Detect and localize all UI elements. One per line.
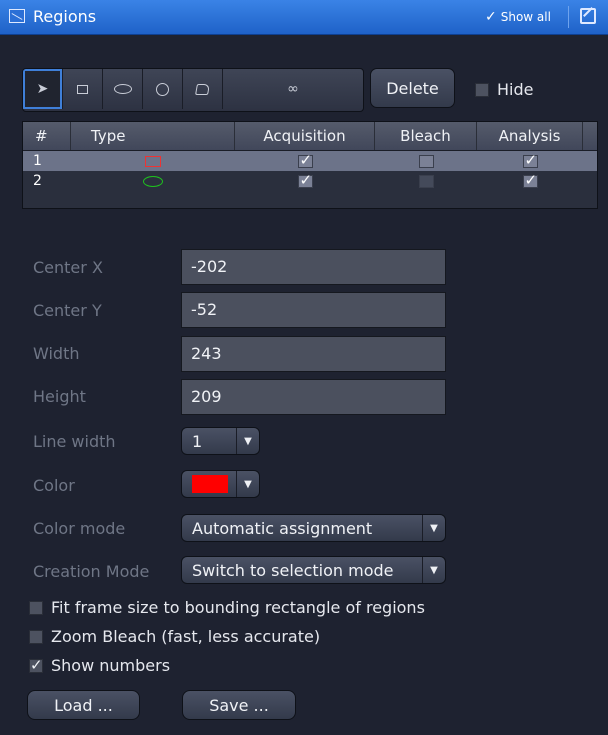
zoom-bleach-option[interactable]: Zoom Bleach (fast, less accurate) <box>29 627 320 646</box>
analysis-checkbox[interactable] <box>522 151 538 169</box>
table-header: # Type Acquisition Bleach Analysis <box>23 122 597 151</box>
creation-mode-label: Creation Mode <box>33 562 150 581</box>
analysis-checkbox[interactable] <box>522 171 538 189</box>
color-mode-dropdown[interactable]: Automatic assignment ▼ <box>181 514 446 542</box>
col-type-header[interactable]: Type <box>71 122 235 150</box>
delete-button[interactable]: Delete <box>370 68 455 108</box>
creation-mode-value: Switch to selection mode <box>192 560 394 580</box>
center-x-label: Center X <box>33 258 103 277</box>
zoom-bleach-checkbox[interactable] <box>29 629 43 644</box>
col-analysis-header[interactable]: Analysis <box>477 122 583 150</box>
color-dropdown[interactable]: ▼ <box>181 470 260 498</box>
show-all-toggle[interactable]: ✓ Show all <box>481 6 569 28</box>
ellipse-icon <box>113 84 132 94</box>
bleach-checkbox[interactable] <box>418 154 434 168</box>
height-field[interactable]: 209 <box>181 379 446 415</box>
hide-option[interactable]: Hide <box>475 80 533 99</box>
creation-mode-dropdown[interactable]: Switch to selection mode ▼ <box>181 556 446 584</box>
collapse-icon[interactable] <box>9 9 25 23</box>
hide-label: Hide <box>497 80 534 99</box>
row-analysis <box>477 151 583 171</box>
fit-frame-checkbox[interactable] <box>29 600 43 615</box>
panel-titlebar: Regions ✓ Show all <box>0 0 608 35</box>
acquisition-checkbox[interactable] <box>297 151 313 169</box>
line-width-dropdown[interactable]: 1 ▼ <box>181 427 260 455</box>
row-analysis <box>477 171 583 191</box>
save-button[interactable]: Save ... <box>182 690 296 720</box>
panel-title: Regions <box>33 7 97 26</box>
color-mode-label: Color mode <box>33 519 126 538</box>
height-label: Height <box>33 387 86 406</box>
chevron-down-icon: ▼ <box>236 471 259 497</box>
col-num-header[interactable]: # <box>23 122 71 150</box>
fit-frame-label: Fit frame size to bounding rectangle of … <box>51 598 425 617</box>
delete-label: Delete <box>386 78 439 98</box>
ellipse-type-icon <box>143 175 163 187</box>
bleach-checkbox[interactable] <box>418 174 434 188</box>
line-width-label: Line width <box>33 432 116 451</box>
col-acquisition-header[interactable]: Acquisition <box>235 122 375 150</box>
load-button[interactable]: Load ... <box>27 690 140 720</box>
color-mode-value: Automatic assignment <box>192 518 373 538</box>
center-x-field[interactable]: -202 <box>181 249 446 285</box>
circle-icon <box>156 82 169 96</box>
zoom-bleach-label: Zoom Bleach (fast, less accurate) <box>51 627 321 646</box>
chevron-down-icon: ▼ <box>422 515 445 541</box>
row-acquisition <box>235 171 375 191</box>
row-type <box>71 171 235 191</box>
show-numbers-checkbox[interactable] <box>29 656 43 674</box>
table-row[interactable]: 1 <box>23 151 597 171</box>
center-y-label: Center Y <box>33 301 102 320</box>
width-label: Width <box>33 344 80 363</box>
chevron-down-icon: ▼ <box>236 428 259 454</box>
polygon-icon <box>195 83 210 95</box>
show-numbers-option[interactable]: Show numbers <box>29 656 170 675</box>
fit-frame-option[interactable]: Fit frame size to bounding rectangle of … <box>29 598 425 617</box>
freehand-icon: ∞ <box>287 81 299 97</box>
chevron-down-icon: ▼ <box>422 557 445 583</box>
acquisition-checkbox[interactable] <box>297 171 313 189</box>
width-field[interactable]: 243 <box>181 336 446 372</box>
line-width-value: 1 <box>192 431 203 451</box>
pointer-icon: ➤ <box>36 81 49 97</box>
rectangle-type-icon <box>145 155 161 167</box>
row-bleach <box>375 151 477 171</box>
row-acquisition <box>235 151 375 171</box>
save-label: Save ... <box>209 695 269 715</box>
color-swatch <box>192 475 228 493</box>
row-number: 2 <box>33 173 42 189</box>
regions-table: # Type Acquisition Bleach Analysis 1 2 <box>22 121 598 209</box>
rectangle-tool-button[interactable] <box>63 69 103 109</box>
row-bleach <box>375 171 477 191</box>
circle-tool-button[interactable] <box>143 69 183 109</box>
undock-icon[interactable] <box>580 8 596 24</box>
load-label: Load ... <box>54 695 113 715</box>
shape-toolbar: ➤ ∞ <box>22 68 364 112</box>
center-y-field[interactable]: -52 <box>181 292 446 328</box>
arrow-tool-button[interactable]: ➤ <box>23 69 63 109</box>
row-number: 1 <box>33 153 42 169</box>
freehand-tool-button[interactable]: ∞ <box>223 69 363 109</box>
table-row[interactable]: 2 <box>23 171 597 191</box>
color-label: Color <box>33 476 75 495</box>
rectangle-icon <box>77 84 88 94</box>
col-filler <box>583 122 597 150</box>
row-type <box>71 151 235 171</box>
polygon-tool-button[interactable] <box>183 69 223 109</box>
hide-checkbox[interactable] <box>475 82 489 97</box>
col-bleach-header[interactable]: Bleach <box>375 122 477 150</box>
show-numbers-label: Show numbers <box>51 656 171 675</box>
ellipse-tool-button[interactable] <box>103 69 143 109</box>
checkmark-icon: ✓ <box>485 9 497 25</box>
show-all-label: Show all <box>500 10 551 24</box>
